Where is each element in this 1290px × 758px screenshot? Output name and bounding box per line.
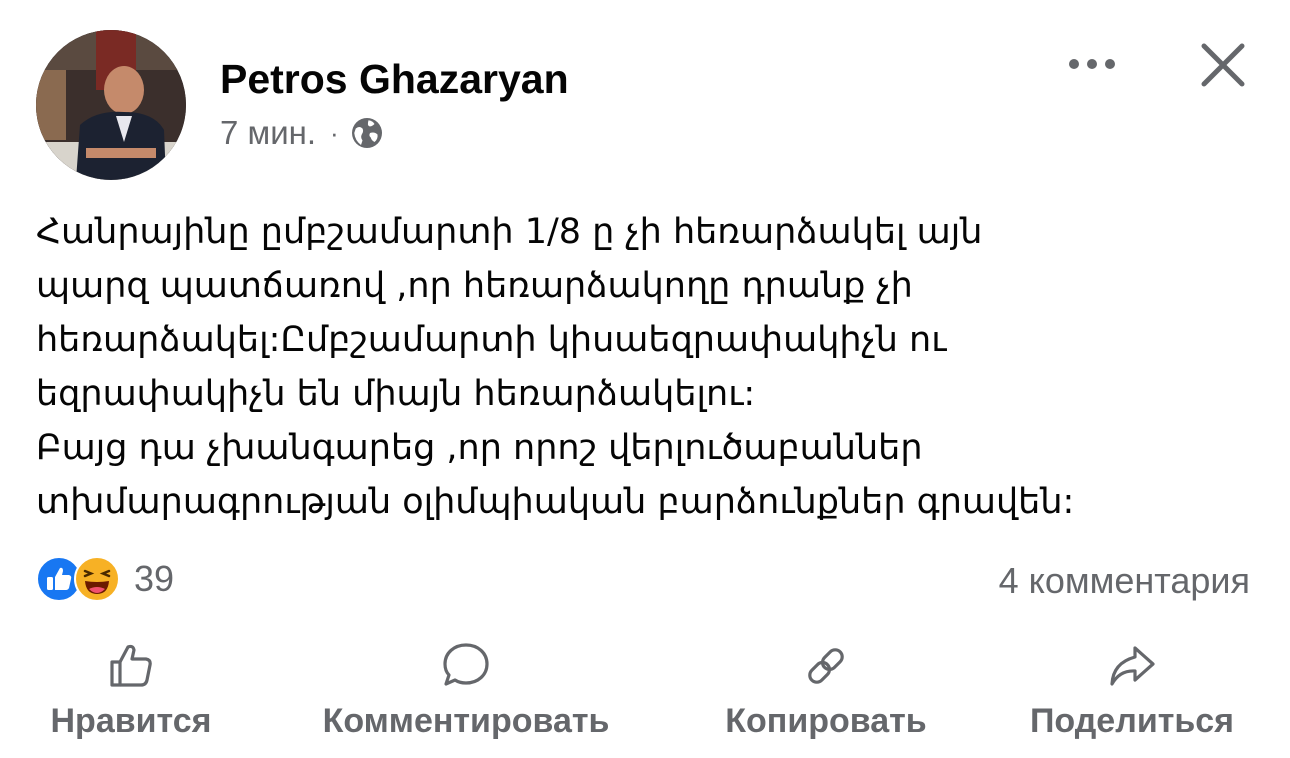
globe-icon [351,118,382,148]
post-text: Հանրայինը ըմբշամարտի 1/8 ը չի հեռարձակել… [36,205,1256,529]
more-horizontal-icon [1069,59,1115,69]
post-text-line: եզրափակիչն են միայն հեռարձակելու: [36,374,756,414]
like-button[interactable]: Нравится [36,640,226,741]
avatar[interactable] [36,30,186,180]
copy-label: Копировать [725,702,927,740]
copy-link-button[interactable]: Копировать [708,640,944,741]
comment-button[interactable]: Комментировать [296,640,636,741]
like-label: Нравится [50,702,212,740]
avatar-photo [36,30,186,180]
post-text-line: Բայց դա չխանգարեց ,որ որոշ վերլուծաբաննե… [36,428,923,468]
post-text-line: տխմարագրության օլիմպիական բարձունքներ գր… [36,482,1075,522]
post-text-line: պարզ պատճառով ,որ հեռարձակողը դրանք չի [36,266,913,306]
thumbs-up-icon [110,644,152,687]
close-icon [1201,43,1245,87]
author-name[interactable]: Petros Ghazaryan [220,56,569,103]
post-meta: 7 мин. · [220,114,385,152]
share-button[interactable]: Поделиться [1014,640,1250,741]
comments-count[interactable]: 4 комментария [999,560,1250,602]
meta-separator: · [330,117,339,148]
comment-icon [443,643,489,686]
link-icon [808,648,844,684]
post-time[interactable]: 7 мин. [220,114,316,152]
action-bar: Нравится Комментировать Копировать Подел… [0,640,1290,758]
post-text-line: Հանրայինը ըմբշամարտի 1/8 ը չի հեռարձակել… [36,212,983,252]
share-icon [1110,646,1155,686]
comment-label: Комментировать [322,702,610,740]
haha-reaction-icon [74,556,120,602]
reaction-count: 39 [134,558,175,599]
close-button[interactable] [1196,38,1250,92]
reactions-summary[interactable]: 39 [36,556,174,602]
post-text-line: հեռարձակել:Ըմբշամարտի կիսաեզրափակիչն ու [36,320,947,360]
more-options-button[interactable] [1064,52,1120,76]
share-label: Поделиться [1029,702,1235,740]
